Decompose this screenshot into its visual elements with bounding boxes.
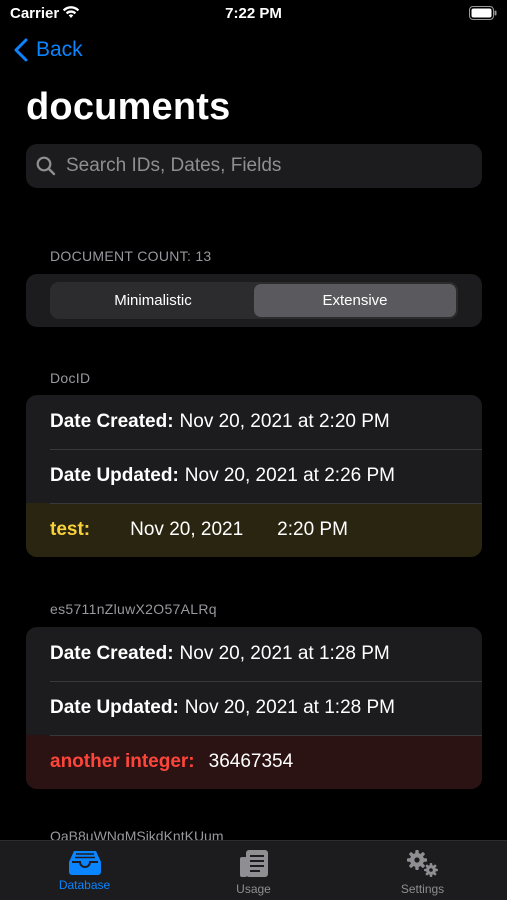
view-mode-segmented-control[interactable]: Minimalistic Extensive	[50, 282, 458, 319]
date-created-value: Nov 20, 2021 at 2:20 PM	[179, 411, 390, 432]
database-tray-icon	[68, 851, 101, 875]
tab-usage[interactable]: Usage	[169, 841, 338, 900]
field-name: another integer:	[50, 751, 195, 772]
date-created-value: Nov 20, 2021 at 1:28 PM	[179, 643, 390, 664]
back-button[interactable]: Back	[14, 38, 83, 62]
search-icon	[36, 156, 56, 176]
date-updated-label: Date Updated:	[50, 465, 179, 486]
tab-database-label: Database	[58, 878, 111, 892]
field-name: test:	[50, 519, 91, 540]
date-updated-label: Date Updated:	[50, 697, 179, 718]
field-row-timestamp: test: Nov 20, 2021 2:20 PM	[26, 503, 482, 557]
field-time: 2:20 PM	[277, 519, 348, 540]
page-title: documents	[26, 86, 231, 128]
date-created-row: Date Created: Nov 20, 2021 at 1:28 PM	[26, 627, 482, 681]
document-count-label: DOCUMENT COUNT: 13	[50, 248, 212, 264]
field-value: 36467354	[208, 751, 294, 772]
field-row-integer: another integer: 36467354	[26, 735, 482, 789]
back-label: Back	[36, 38, 83, 61]
date-updated-row: Date Updated: Nov 20, 2021 at 1:28 PM	[26, 681, 482, 735]
view-mode-card: Minimalistic Extensive	[26, 274, 482, 327]
status-time: 7:22 PM	[225, 5, 282, 22]
search-input[interactable]	[64, 154, 468, 178]
field-value: Nov 20, 2021	[130, 519, 244, 540]
tab-settings[interactable]: Settings	[338, 841, 507, 900]
gears-icon	[406, 850, 438, 877]
tab-usage-label: Usage	[236, 882, 271, 896]
document-card[interactable]: Date Created: Nov 20, 2021 at 1:28 PM Da…	[26, 627, 482, 789]
document-id: DocID	[50, 370, 91, 386]
date-created-label: Date Created:	[50, 643, 174, 664]
document-id: es5711nZluwX2O57ALRq	[50, 601, 217, 617]
date-updated-value: Nov 20, 2021 at 1:28 PM	[184, 697, 395, 718]
tab-bar: Database Usage Settings	[0, 840, 507, 900]
screen: Carrier 7:22 PM Back documents Search ID…	[0, 0, 507, 900]
chevron-left-icon	[14, 38, 28, 62]
date-updated-value: Nov 20, 2021 at 2:26 PM	[184, 465, 395, 486]
search-bar[interactable]	[26, 144, 482, 188]
date-created-label: Date Created:	[50, 411, 174, 432]
status-bar: Carrier 7:22 PM	[0, 0, 507, 30]
date-created-row: Date Created: Nov 20, 2021 at 2:20 PM	[26, 395, 482, 449]
tab-settings-label: Settings	[400, 882, 445, 896]
segment-minimalistic[interactable]: Minimalistic	[52, 284, 254, 317]
usage-doc-icon	[239, 850, 268, 877]
document-card[interactable]: Date Created: Nov 20, 2021 at 2:20 PM Da…	[26, 395, 482, 557]
tab-database[interactable]: Database	[0, 841, 169, 900]
date-updated-row: Date Updated: Nov 20, 2021 at 2:26 PM	[26, 449, 482, 503]
battery-icon	[469, 6, 497, 25]
segment-extensive[interactable]: Extensive	[254, 284, 456, 317]
